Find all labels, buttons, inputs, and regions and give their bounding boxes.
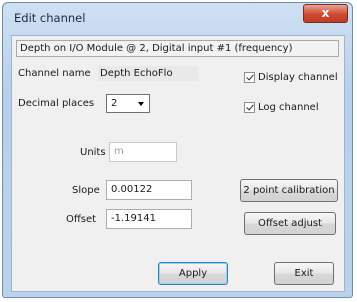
two-point-calibration-button[interactable]: 2 point calibration xyxy=(240,179,338,202)
channel-name-value[interactable]: Depth EchoFlo xyxy=(98,66,198,81)
window-title: Edit channel xyxy=(14,11,86,25)
channel-source-field: Depth on I/O Module @ 2, Digital input #… xyxy=(16,40,339,57)
decimal-places-label: Decimal places xyxy=(18,98,95,109)
offset-label: Offset xyxy=(66,214,97,225)
display-channel-check-icon[interactable] xyxy=(244,72,255,83)
decimal-places-value: 2 xyxy=(111,98,118,109)
close-icon: x xyxy=(321,6,330,20)
decimal-places-dropdown[interactable]: 2 xyxy=(106,94,150,113)
units-label: Units xyxy=(80,147,106,158)
close-button[interactable]: x xyxy=(303,4,348,23)
log-channel-check-icon[interactable] xyxy=(244,102,255,113)
chevron-down-icon xyxy=(138,102,144,106)
log-channel-checkbox[interactable]: Log channel xyxy=(244,102,319,113)
display-channel-label: Display channel xyxy=(258,72,338,83)
apply-button[interactable]: Apply xyxy=(158,262,228,285)
dialog-body: Depth on I/O Module @ 2, Digital input #… xyxy=(11,35,345,292)
display-channel-checkbox[interactable]: Display channel xyxy=(244,72,338,83)
offset-input[interactable]: -1.19141 xyxy=(106,209,192,229)
units-input[interactable]: m xyxy=(109,142,177,162)
edit-channel-dialog: Edit channel x Depth on I/O Module @ 2, … xyxy=(2,2,353,298)
channel-name-label: Channel name xyxy=(18,68,91,79)
log-channel-label: Log channel xyxy=(258,102,319,113)
slope-input[interactable]: 0.00122 xyxy=(106,180,192,200)
title-bar[interactable]: Edit channel x xyxy=(3,3,352,33)
exit-button[interactable]: Exit xyxy=(274,262,334,285)
offset-adjust-button[interactable]: Offset adjust xyxy=(244,212,336,235)
slope-label: Slope xyxy=(72,185,100,196)
